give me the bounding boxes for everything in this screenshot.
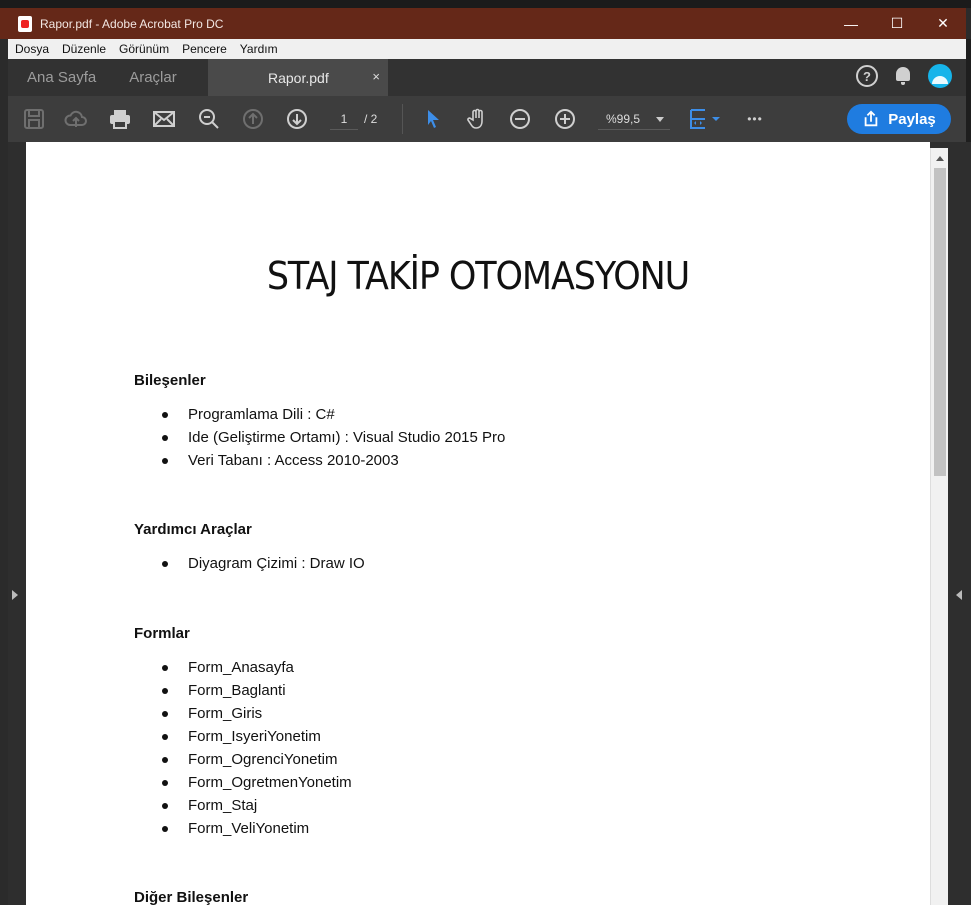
expand-right-pane-icon[interactable] bbox=[956, 590, 962, 600]
notifications-icon[interactable] bbox=[892, 65, 914, 87]
section-heading: Yardımcı Araçlar bbox=[134, 521, 252, 538]
section-diger-bilesenler: Diğer Bileşenler bbox=[134, 889, 248, 905]
list-item: Diyagram Çizimi : Draw IO bbox=[134, 552, 365, 575]
print-icon[interactable] bbox=[108, 107, 132, 131]
acrobat-window: Rapor.pdf - Adobe Acrobat Pro DC — ☐ ✕ D… bbox=[0, 0, 971, 905]
taskbar-edge bbox=[0, 0, 971, 8]
avatar[interactable] bbox=[928, 64, 952, 88]
menu-pencere[interactable]: Pencere bbox=[182, 42, 227, 56]
chevron-down-icon bbox=[656, 117, 664, 122]
menu-gorunum[interactable]: Görünüm bbox=[119, 42, 169, 56]
list-item: Form_Staj bbox=[134, 794, 352, 817]
list-item: Form_VeliYonetim bbox=[134, 817, 352, 840]
title-bar: Rapor.pdf - Adobe Acrobat Pro DC — ☐ ✕ bbox=[0, 8, 966, 39]
section-heading: Bileşenler bbox=[134, 372, 206, 389]
bullet-list: Form_Anasayfa Form_Baglanti Form_Giris F… bbox=[134, 656, 352, 840]
close-tab-icon[interactable]: × bbox=[372, 69, 380, 84]
window-edge bbox=[966, 39, 971, 142]
fit-page-icon[interactable] bbox=[688, 107, 724, 131]
search-icon[interactable] bbox=[197, 107, 221, 131]
select-tool-icon[interactable] bbox=[421, 107, 445, 131]
zoom-in-icon[interactable] bbox=[553, 107, 577, 131]
scroll-up-icon[interactable] bbox=[936, 156, 944, 161]
section-heading: Formlar bbox=[134, 625, 190, 642]
list-item: Programlama Dili : C# bbox=[134, 403, 505, 426]
account-area: ? bbox=[856, 64, 952, 88]
toolbar-divider bbox=[402, 104, 403, 134]
bullet-list: Diyagram Çizimi : Draw IO bbox=[134, 552, 365, 575]
zoom-select[interactable]: %99,5 bbox=[598, 108, 670, 130]
minimize-button[interactable]: — bbox=[828, 8, 874, 39]
menu-duzenle[interactable]: Düzenle bbox=[62, 42, 106, 56]
scrollbar-thumb[interactable] bbox=[934, 168, 946, 476]
list-item: Form_Baglanti bbox=[134, 679, 352, 702]
save-icon[interactable] bbox=[22, 107, 46, 131]
window-controls: — ☐ ✕ bbox=[828, 8, 966, 39]
tab-document[interactable]: Rapor.pdf × bbox=[208, 59, 388, 96]
list-item: Ide (Geliştirme Ortamı) : Visual Studio … bbox=[134, 426, 505, 449]
list-item: Form_Anasayfa bbox=[134, 656, 352, 679]
previous-page-icon[interactable] bbox=[241, 107, 265, 131]
tab-bar: Ana Sayfa Araçlar Rapor.pdf × ? bbox=[8, 59, 966, 96]
section-yardimci-araclar: Yardımcı Araçlar Diyagram Çizimi : Draw … bbox=[134, 521, 365, 575]
bullet-list: Programlama Dili : C# Ide (Geliştirme Or… bbox=[134, 403, 505, 472]
document-viewer: STAJ TAKİP OTOMASYONU Bileşenler Program… bbox=[8, 142, 950, 905]
toolbar: 1 / 2 %99,5 ••• Paylaş bbox=[8, 96, 966, 142]
expand-left-pane-icon[interactable] bbox=[12, 590, 18, 600]
more-tools-icon[interactable]: ••• bbox=[743, 107, 767, 131]
page-number-input[interactable]: 1 bbox=[330, 108, 358, 130]
list-item: Form_IsyeriYonetim bbox=[134, 725, 352, 748]
tab-tools[interactable]: Araçlar bbox=[129, 69, 177, 86]
section-heading: Diğer Bileşenler bbox=[134, 889, 249, 905]
page-total: / 2 bbox=[364, 112, 378, 126]
vertical-scrollbar[interactable] bbox=[930, 148, 948, 905]
menu-bar: Dosya Düzenle Görünüm Pencere Yardım bbox=[8, 39, 966, 59]
menu-yardim[interactable]: Yardım bbox=[240, 42, 278, 56]
close-window-button[interactable]: ✕ bbox=[920, 8, 966, 39]
list-item: Form_OgretmenYonetim bbox=[134, 771, 352, 794]
share-icon bbox=[864, 110, 878, 127]
menu-dosya[interactable]: Dosya bbox=[15, 42, 49, 56]
share-button[interactable]: Paylaş bbox=[847, 104, 951, 134]
cloud-upload-icon[interactable] bbox=[64, 107, 88, 131]
share-label: Paylaş bbox=[888, 110, 936, 128]
maximize-button[interactable]: ☐ bbox=[874, 8, 920, 39]
pdf-page: STAJ TAKİP OTOMASYONU Bileşenler Program… bbox=[26, 142, 930, 905]
hand-tool-icon[interactable] bbox=[465, 107, 489, 131]
document-tab-label: Rapor.pdf bbox=[268, 69, 329, 86]
acrobat-pdf-icon bbox=[18, 15, 32, 32]
list-item: Form_OgrenciYonetim bbox=[134, 748, 352, 771]
right-pane-strip bbox=[950, 142, 971, 905]
window-title: Rapor.pdf - Adobe Acrobat Pro DC bbox=[40, 16, 224, 31]
document-title: STAJ TAKİP OTOMASYONU bbox=[266, 254, 690, 298]
email-icon[interactable] bbox=[152, 107, 176, 131]
section-formlar: Formlar Form_Anasayfa Form_Baglanti Form… bbox=[134, 625, 352, 840]
zoom-value: %99,5 bbox=[606, 112, 641, 126]
next-page-icon[interactable] bbox=[285, 107, 309, 131]
section-bilesenler: Bileşenler Programlama Dili : C# Ide (Ge… bbox=[134, 372, 505, 472]
zoom-out-icon[interactable] bbox=[508, 107, 532, 131]
help-icon[interactable]: ? bbox=[856, 65, 878, 87]
list-item: Veri Tabanı : Access 2010-2003 bbox=[134, 449, 505, 472]
tab-home[interactable]: Ana Sayfa bbox=[27, 69, 96, 86]
list-item: Form_Giris bbox=[134, 702, 352, 725]
